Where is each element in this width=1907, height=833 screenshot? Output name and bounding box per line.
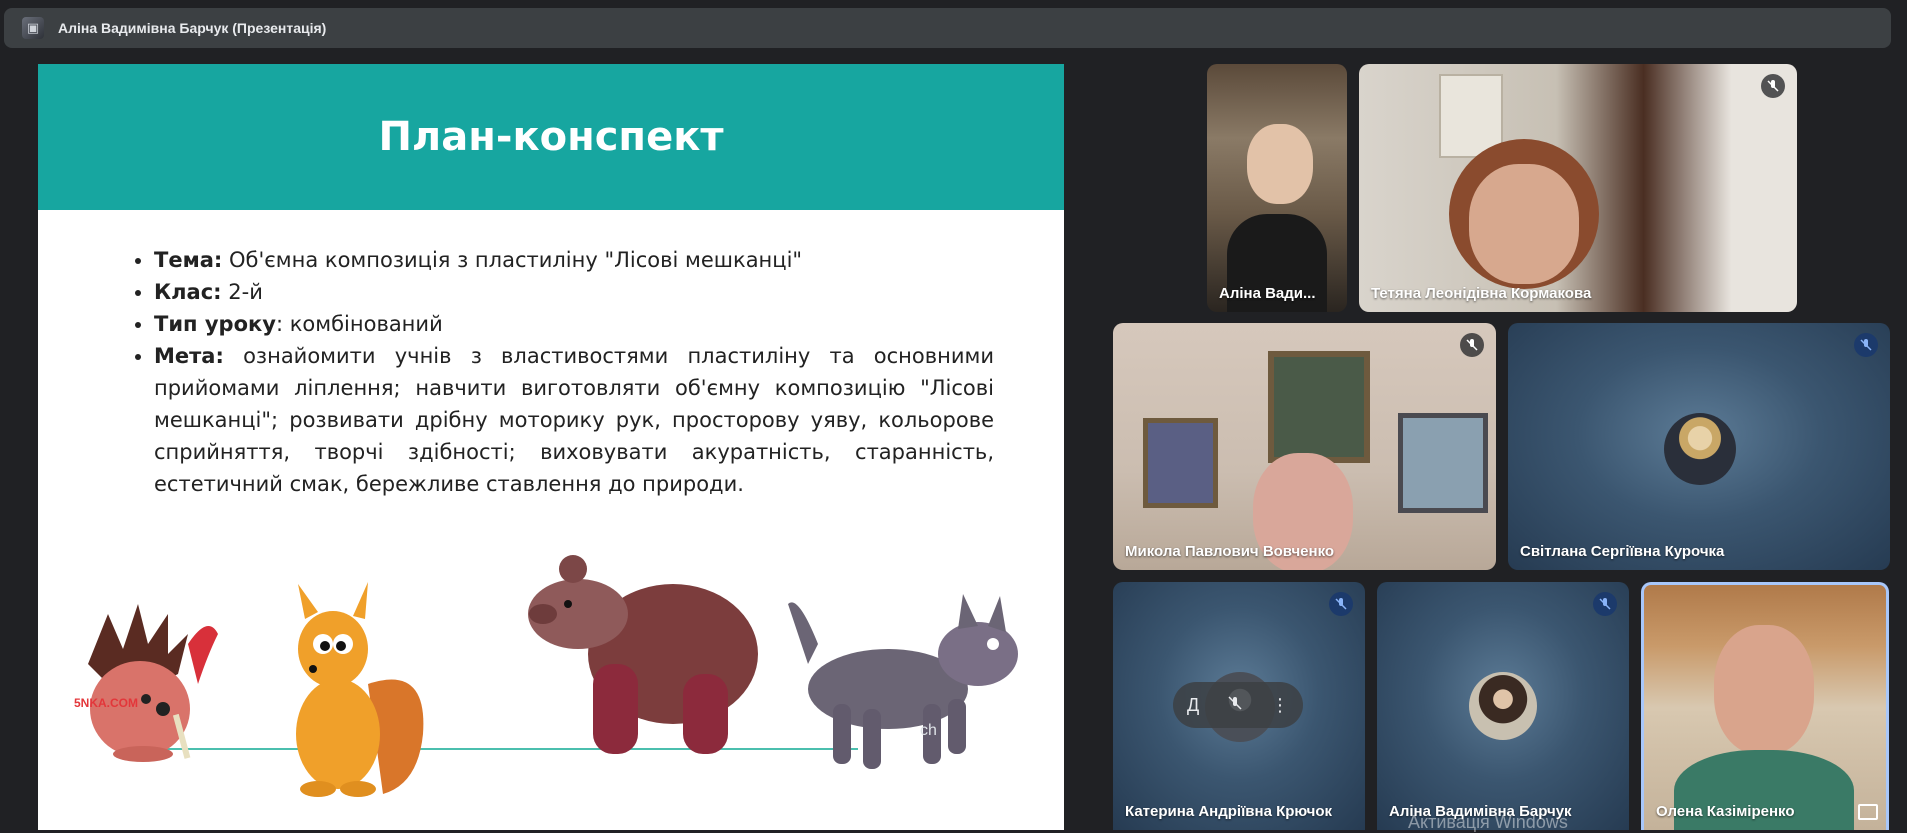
slide-title: План-конспект [378, 114, 724, 160]
bullet-text: : комбінований [275, 312, 443, 336]
presenter-avatar-icon: ▣ [22, 17, 44, 39]
pin-button[interactable]: Д [1187, 695, 1199, 716]
bullet-label: Тип уроку [154, 312, 276, 336]
slide-bullets: Тема: Об'ємна композиція з пластиліну "Л… [134, 244, 994, 500]
wall-painting [1143, 418, 1218, 508]
bullet-text: Об'ємна композиція з пластиліну "Лісові … [222, 248, 803, 272]
slide-body: Тема: Об'ємна композиція з пластиліну "Л… [134, 244, 994, 500]
bullet-text: 2-й [221, 280, 263, 304]
mic-off-icon [1854, 333, 1878, 357]
participant-tile[interactable]: Тетяна Леонідівна Кормакова [1359, 64, 1797, 312]
participant-name: Аліна Вади... [1219, 285, 1316, 302]
participant-name: Тетяна Леонідівна Кормакова [1371, 285, 1592, 302]
participant-tile[interactable]: Микола Павлович Вовченко [1113, 323, 1496, 570]
participant-tile-active-speaker[interactable]: Олена Казіміренко [1641, 582, 1889, 830]
mic-off-icon [1761, 74, 1785, 98]
bullet-label: Клас: [154, 280, 222, 304]
participant-tile[interactable]: Аліна Вади... [1207, 64, 1347, 312]
bullet-label: Тема: [154, 248, 223, 272]
tile-controls[interactable]: Д ⋮ [1173, 682, 1303, 728]
participant-avatar [1469, 672, 1537, 740]
mute-button[interactable] [1227, 695, 1243, 716]
mic-off-icon [1593, 592, 1617, 616]
mic-off-icon [1460, 333, 1484, 357]
hedgehog-figure [88, 604, 218, 762]
presentation-title: Аліна Вадимівна Барчук (Презентація) [58, 20, 327, 36]
bullet-goal: Мета: ознайомити учнів з властивостями п… [154, 340, 994, 500]
presentation-slide: План-конспект Тема: Об'ємна композиція з… [38, 64, 1064, 830]
picture-in-picture-icon[interactable] [1858, 804, 1878, 820]
image-watermark: 5NKA.COM [74, 696, 139, 710]
wolf-figure [788, 594, 1018, 769]
presentation-header: ▣ Аліна Вадимівна Барчук (Презентація) [4, 8, 1891, 48]
participant-tile[interactable]: Аліна Вадимівна Барчук [1377, 582, 1629, 830]
mic-off-icon [1329, 592, 1353, 616]
image-watermark: ch [920, 722, 937, 739]
bullet-lesson-type: Тип уроку: комбінований [154, 308, 994, 340]
participant-video [1247, 124, 1313, 204]
wall-painting [1398, 413, 1488, 513]
bullet-topic: Тема: Об'ємна композиція з пластиліну "Л… [154, 244, 994, 276]
participant-name: Світлана Сергіївна Курочка [1520, 543, 1725, 560]
participant-name: Микола Павлович Вовченко [1125, 543, 1335, 560]
participant-face [1469, 164, 1579, 284]
more-options-icon[interactable]: ⋮ [1271, 695, 1289, 716]
participant-tile[interactable]: Світлана Сергіївна Курочка [1508, 323, 1890, 570]
participant-name: Олена Казіміренко [1656, 803, 1795, 820]
participant-name: Катерина Андріївна Крючок [1125, 803, 1333, 820]
participant-avatar [1664, 413, 1736, 485]
bullet-text: ознайомити учнів з властивостями пластил… [154, 344, 994, 496]
participant-tile[interactable]: Д ⋮ Катерина Андріївна Крючок [1113, 582, 1365, 830]
bullet-grade: Клас: 2-й [154, 276, 994, 308]
bear-figure [528, 555, 758, 754]
plasticine-figures: 5NKA.COM ch [38, 554, 1064, 830]
bullet-label: Мета: [154, 344, 224, 368]
participant-video [1714, 625, 1814, 755]
squirrel-figure [296, 582, 424, 797]
slide-header: План-конспект [38, 64, 1064, 210]
wall-painting [1268, 351, 1370, 463]
